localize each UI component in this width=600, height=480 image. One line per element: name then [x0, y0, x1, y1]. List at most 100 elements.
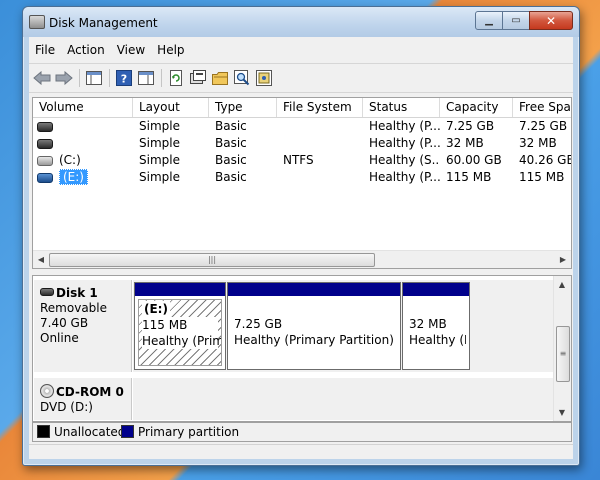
cdrom-kind: DVD (D:): [40, 400, 93, 414]
show-hide-console-tree-icon[interactable]: [85, 69, 103, 87]
disk-1-label[interactable]: Disk 1 Removable 7.40 GB Online: [34, 280, 132, 372]
partition-bar: [135, 283, 225, 296]
type-cell: Basic: [215, 170, 247, 184]
drive-icon: [37, 173, 53, 183]
disk-kind: Removable: [40, 301, 108, 315]
cdrom-0-label[interactable]: CD-ROM 0 DVD (D:): [34, 378, 132, 420]
table-row[interactable]: Simple Basic Healthy (P... 32 MB 32 MB: [33, 135, 571, 152]
file-system-cell: NTFS: [283, 153, 314, 167]
minimize-icon: ▁: [485, 15, 493, 26]
legend-primary-partition: Primary partition: [121, 425, 239, 439]
column-header-status[interactable]: Status: [363, 98, 440, 117]
legend-label: Unallocated: [54, 425, 126, 439]
vertical-scrollbar[interactable]: ▲ ≡ ▼: [553, 276, 571, 421]
partition-body: 32 MB Healthy (P: [406, 299, 466, 366]
menu-help[interactable]: Help: [151, 41, 190, 61]
rescan-disks-icon[interactable]: [189, 69, 207, 87]
svg-text:?: ?: [121, 73, 127, 86]
partition-e[interactable]: (E:) 115 MB Healthy (Prima: [134, 282, 226, 370]
partition-32mb[interactable]: 32 MB Healthy (P: [402, 282, 470, 370]
table-row[interactable]: (C:) Simple Basic NTFS Healthy (S... 60.…: [33, 152, 571, 169]
menu-action[interactable]: Action: [61, 41, 111, 61]
file-system-cell: [277, 135, 363, 152]
back-icon[interactable]: [33, 69, 51, 87]
column-header-capacity[interactable]: Capacity: [440, 98, 513, 117]
partition-status: Healthy (Primary Partition): [234, 333, 394, 347]
volume-cell: (E:): [33, 169, 133, 186]
search-icon[interactable]: [233, 69, 251, 87]
legend: Unallocated Primary partition: [32, 422, 572, 442]
app-icon[interactable]: [29, 15, 45, 29]
toolbar-separator: [109, 69, 110, 87]
column-header-free-space[interactable]: Free Spa...: [513, 98, 571, 117]
volume-list-header: Volume Layout Type File System Status Ca…: [33, 98, 571, 118]
file-system-cell: [277, 169, 363, 186]
free-space-cell: 115 MB: [519, 170, 565, 184]
toolbar-separator: [161, 69, 162, 87]
forward-icon[interactable]: [55, 69, 73, 87]
legend-unallocated: Unallocated: [37, 425, 125, 439]
table-row[interactable]: Simple Basic Healthy (P... 7.25 GB 7.25 …: [33, 118, 571, 135]
type-cell: Basic: [215, 153, 247, 167]
maximize-button[interactable]: ▭: [502, 11, 530, 30]
disk-1-partitions: (E:) 115 MB Healthy (Prima 7.25 GB Healt…: [133, 280, 553, 372]
partition-label: (E:): [142, 301, 170, 317]
volume-cell: (C:): [33, 152, 133, 169]
minimize-button[interactable]: ▁: [475, 11, 503, 30]
maximize-icon: ▭: [511, 15, 521, 26]
disk-management-window: Disk Management ▁ ▭ ✕ File Action View H…: [22, 6, 580, 466]
menu-file[interactable]: File: [29, 41, 61, 61]
layout-cell: Simple: [139, 153, 180, 167]
refresh-icon[interactable]: [167, 69, 185, 87]
removable-disk-icon: [40, 288, 54, 296]
volume-list: Volume Layout Type File System Status Ca…: [32, 97, 572, 269]
layout-cell: Simple: [139, 136, 180, 150]
column-header-volume[interactable]: Volume: [33, 98, 133, 117]
open-folder-icon[interactable]: [211, 69, 229, 87]
vertical-scroll-thumb[interactable]: ≡: [556, 326, 570, 382]
menu-view[interactable]: View: [111, 41, 151, 61]
horizontal-scroll-thumb[interactable]: |||: [49, 253, 375, 267]
scroll-down-icon[interactable]: ▼: [555, 406, 569, 419]
column-header-layout[interactable]: Layout: [133, 98, 209, 117]
scroll-up-icon[interactable]: ▲: [555, 278, 569, 291]
title-bar[interactable]: Disk Management ▁ ▭ ✕: [23, 7, 579, 37]
type-cell: Basic: [215, 119, 247, 133]
horizontal-scrollbar[interactable]: ◀ ||| ▶: [33, 250, 571, 268]
type-cell: Basic: [215, 136, 247, 150]
capacity-cell: 60.00 GB: [446, 153, 502, 167]
disk-graphical-view: Disk 1 Removable 7.40 GB Online (E:) 115…: [32, 275, 572, 422]
layout-cell: Simple: [139, 170, 180, 184]
partition-body: 7.25 GB Healthy (Primary Partition): [231, 299, 397, 366]
disk-name-row: Disk 1: [40, 286, 131, 301]
partition-7gb[interactable]: 7.25 GB Healthy (Primary Partition): [227, 282, 401, 370]
free-space-cell: 7.25 GB: [519, 119, 568, 133]
menu-bar: File Action View Help: [29, 41, 191, 61]
cd-rom-icon: [40, 384, 54, 398]
status-bar: [29, 444, 573, 460]
drive-icon: [37, 139, 53, 149]
column-header-file-system[interactable]: File System: [277, 98, 363, 117]
legend-label: Primary partition: [138, 425, 240, 439]
scroll-right-icon[interactable]: ▶: [556, 253, 570, 266]
help-icon[interactable]: ?: [115, 69, 133, 87]
table-row-selected[interactable]: (E:) Simple Basic Healthy (P... 115 MB 1…: [33, 169, 571, 186]
free-space-cell: 32 MB: [519, 136, 557, 150]
properties-icon[interactable]: [255, 69, 273, 87]
properties-pane-icon[interactable]: [137, 69, 155, 87]
volume-cell: [33, 118, 133, 135]
partition-body: (E:) 115 MB Healthy (Prima: [138, 299, 222, 366]
partition-bar: [228, 283, 400, 296]
drive-icon: [37, 122, 53, 132]
capacity-cell: 7.25 GB: [446, 119, 495, 133]
close-button[interactable]: ✕: [529, 11, 573, 30]
partition-size: 32 MB: [409, 317, 447, 331]
partition-size: 7.25 GB: [234, 317, 283, 331]
scroll-left-icon[interactable]: ◀: [34, 253, 48, 266]
toolbar-separator: [79, 69, 80, 87]
status-cell: Healthy (S...: [369, 153, 440, 167]
column-header-type[interactable]: Type: [209, 98, 277, 117]
partition-bar: [403, 283, 469, 296]
disk-name: Disk 1: [56, 286, 98, 300]
file-system-cell: [277, 118, 363, 135]
